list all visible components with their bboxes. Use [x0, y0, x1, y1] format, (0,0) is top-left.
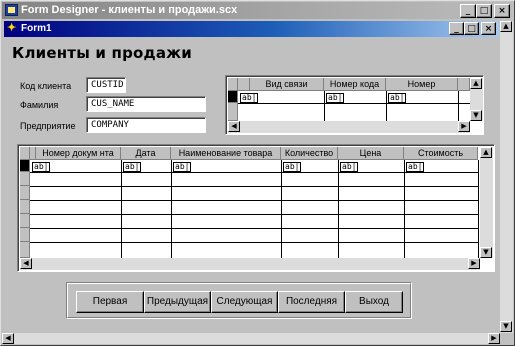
previous-button[interactable]: Предыдущая: [144, 291, 211, 313]
form-minimize-icon[interactable]: _: [449, 22, 464, 35]
outer-horizontal-scrollbar[interactable]: ◀ ▶: [2, 333, 500, 344]
sales-grid-row-header: [20, 186, 30, 200]
phone-grid-blank-header: [458, 78, 470, 91]
navigation-button-group: Первая Предыдущая Следующая Последняя Вы…: [66, 282, 412, 319]
maximize-icon[interactable]: □: [476, 4, 492, 18]
phone-grid-vertical-scrollbar[interactable]: ▲ ▼: [470, 78, 483, 121]
sales-grid-row-divider: [30, 186, 478, 187]
sales-grid-row-divider: [30, 242, 478, 243]
scroll-down-icon[interactable]: ▼: [480, 247, 492, 258]
app-title-bar[interactable]: Form Designer - клиенты и продажи.scx _ …: [2, 2, 512, 19]
sales-grid-column-divider: [281, 160, 282, 258]
scroll-right-icon[interactable]: ▶: [468, 258, 480, 269]
sales-grid-header[interactable]: Наименование товара: [171, 147, 281, 160]
phone-grid-cell[interactable]: ab|: [326, 93, 345, 103]
outer-vertical-scrollbar[interactable]: ▲ ▼: [500, 21, 513, 333]
phone-grid-current-row-marker: [228, 91, 238, 103]
scroll-up-icon[interactable]: ▲: [500, 21, 512, 32]
scroll-down-icon[interactable]: ▼: [500, 321, 512, 332]
surname-field[interactable]: CUS_NAME: [86, 96, 206, 112]
phone-grid-horizontal-scrollbar[interactable]: ◀ ▶: [228, 121, 470, 133]
sales-grid-row-header: [20, 214, 30, 228]
sales-grid-column-divider: [478, 160, 479, 258]
app-title: Form Designer - клиенты и продажи.scx: [21, 4, 238, 16]
phone-grid-column-divider: [458, 91, 459, 121]
sales-grid-header[interactable]: Стоимость: [404, 147, 478, 160]
scroll-left-icon[interactable]: ◀: [2, 333, 14, 344]
sales-grid-row-header: [20, 228, 30, 242]
phone-grid-header[interactable]: Вид связи: [250, 78, 324, 91]
form-close-icon[interactable]: ×: [481, 22, 496, 35]
minimize-icon[interactable]: _: [460, 4, 476, 18]
sales-grid-cell[interactable]: ab|: [173, 162, 192, 172]
phone-grid-corner: [228, 78, 238, 91]
company-label: Предприятие: [20, 121, 76, 131]
phone-grid-row-divider: [238, 103, 470, 104]
next-button[interactable]: Следующая: [211, 291, 278, 313]
form-heading: Клиенты и продажи: [12, 44, 192, 62]
close-icon[interactable]: ×: [494, 4, 510, 18]
sales-grid-column-divider: [338, 160, 339, 258]
exit-button[interactable]: Выход: [345, 291, 403, 313]
scroll-left-icon[interactable]: ◀: [228, 121, 240, 132]
scroll-right-icon[interactable]: ▶: [488, 333, 500, 344]
surname-label: Фамилия: [20, 100, 59, 110]
sales-grid-header[interactable]: Номер докум нта: [36, 147, 121, 160]
form-designer-app-icon: [5, 4, 18, 16]
sales-grid-cell[interactable]: ab|: [340, 162, 359, 172]
scroll-up-icon[interactable]: ▲: [480, 147, 492, 158]
sales-grid-row-divider: [30, 228, 478, 229]
scroll-right-icon[interactable]: ▶: [458, 121, 470, 132]
phone-grid-header[interactable]: Номер: [386, 78, 458, 91]
company-field[interactable]: COMPANY: [86, 117, 206, 133]
sales-grid-row-header: [20, 172, 30, 186]
sales-grid-row-header: [20, 242, 30, 258]
sales-grid-column-divider: [404, 160, 405, 258]
phone-grid-blank-header: [238, 78, 250, 91]
sales-grid-row-divider: [30, 214, 478, 215]
sales-grid-cell[interactable]: ab|: [406, 162, 425, 172]
form-icon: ✦: [7, 22, 17, 34]
sales-grid-cell[interactable]: ab|: [123, 162, 142, 172]
sales-grid-row-header: [20, 200, 30, 214]
phone-grid-header[interactable]: Номер кода: [324, 78, 386, 91]
sales-grid-column-divider: [121, 160, 122, 258]
form-maximize-icon[interactable]: □: [464, 22, 479, 35]
phone-grid-cell[interactable]: ab|: [388, 93, 407, 103]
phone-grid-column-divider: [324, 91, 325, 121]
customer-id-label: Код клиента: [20, 81, 72, 91]
sales-grid-vertical-scrollbar[interactable]: ▲ ▼: [480, 147, 493, 258]
sales-grid-header[interactable]: Цена: [338, 147, 404, 160]
sales-grid[interactable]: Номер докум нта Дата Наименование товара…: [17, 144, 495, 272]
sales-grid-current-row-marker: [20, 160, 30, 172]
phone-grid-column-divider: [386, 91, 387, 121]
sales-grid-row-divider: [30, 200, 478, 201]
phone-grid-cell[interactable]: ab|: [240, 93, 259, 103]
phone-grid-row-header: [228, 103, 238, 121]
sales-grid-column-divider: [171, 160, 172, 258]
form-title-bar[interactable]: ✦ Form1 _ □ ×: [4, 21, 499, 37]
scroll-left-icon[interactable]: ◀: [20, 258, 32, 269]
sales-grid-corner: [20, 147, 30, 160]
scroll-up-icon[interactable]: ▲: [470, 78, 482, 89]
sales-grid-cell[interactable]: ab|: [283, 162, 302, 172]
sales-grid-cell[interactable]: ab|: [32, 162, 51, 172]
last-button[interactable]: Последняя: [278, 291, 345, 313]
sales-grid-header[interactable]: Дата: [121, 147, 171, 160]
sales-grid-row-divider: [30, 172, 478, 173]
phone-grid[interactable]: Вид связи Номер кода Номер ab| ab| ab| ▲…: [225, 75, 484, 135]
customer-id-field[interactable]: CUSTID: [86, 77, 126, 93]
sales-grid-header[interactable]: Количество: [281, 147, 338, 160]
sales-grid-horizontal-scrollbar[interactable]: ◀ ▶: [20, 258, 480, 270]
scroll-down-icon[interactable]: ▼: [470, 110, 482, 121]
first-button[interactable]: Первая: [76, 291, 144, 313]
form-title: Form1: [21, 23, 52, 34]
